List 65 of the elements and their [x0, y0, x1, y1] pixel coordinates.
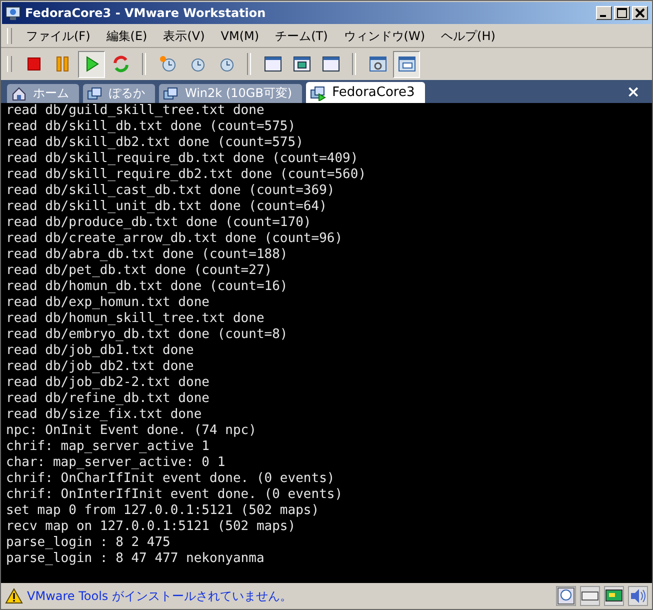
- console-line: read db/skill_unit_db.txt done (count=64): [6, 199, 328, 215]
- menu-item[interactable]: 編集(E): [98, 26, 156, 46]
- monitor-icon: [5, 5, 21, 21]
- console-line: read db/homun_db.txt done (count=16): [6, 279, 289, 295]
- disc-icon[interactable]: [556, 586, 576, 606]
- console-line: read db/refine_db.txt done: [6, 391, 210, 407]
- window-title: FedoraCore3 - VMware Workstation: [25, 6, 266, 20]
- console-line: recv map on 127.0.0.1:5121 (502 maps): [6, 519, 297, 535]
- warning-icon: [5, 588, 23, 604]
- console-line: read db/guild_skill_tree.txt done: [6, 103, 266, 119]
- speaker-icon[interactable]: [628, 586, 648, 606]
- console-line: read db/homun_skill_tree.txt done: [6, 311, 266, 327]
- reset-icon: [110, 54, 130, 74]
- drive-icon[interactable]: [580, 586, 600, 606]
- menu-item[interactable]: VM(M): [212, 27, 268, 45]
- close-tab-button[interactable]: ×: [620, 82, 646, 101]
- network-card-icon[interactable]: [604, 586, 624, 606]
- console-line: read db/create_arrow_db.txt done (count=96): [6, 231, 344, 247]
- virtual-machine-icon: [310, 84, 326, 100]
- console-line: read db/job_db2.txt done: [6, 359, 195, 375]
- console-line: read db/skill_db.txt done (count=575): [6, 119, 297, 135]
- console-line: read db/abra_db.txt done (count=188): [6, 247, 289, 263]
- toolbar-button[interactable]: [393, 50, 420, 78]
- status-message[interactable]: VMware Tools がインストールされていません。: [27, 588, 292, 604]
- menu-item[interactable]: ウィンドウ(W): [336, 26, 434, 46]
- home-icon: [11, 86, 27, 102]
- console-line: read db/job_db1.txt done: [6, 343, 195, 359]
- console-line: chrif: OnCharIfInit event done. (0 events): [6, 471, 336, 487]
- console-line: read db/skill_require_db.txt done (count=409): [6, 151, 360, 167]
- console-line: read db/job_db2-2.txt done: [6, 375, 210, 391]
- close-icon: [635, 8, 645, 18]
- console-line: read db/produce_db.txt done (count=170): [6, 215, 312, 231]
- menu-item[interactable]: ファイル(F): [18, 26, 98, 46]
- console-line: set map 0 from 127.0.0.1:5121 (502 maps): [6, 503, 320, 519]
- close-button[interactable]: [632, 6, 648, 20]
- console-line: read db/skill_db2.txt done (count=575): [6, 135, 304, 151]
- console-line: chrif: map_server_active 1: [6, 439, 210, 455]
- console-line: char: map_server_active: 0 1: [6, 455, 226, 471]
- console-line: read db/pet_db.txt done (count=27): [6, 263, 274, 279]
- console-line: npc: OnInit Event done. (74 npc): [6, 423, 258, 439]
- console-line: parse_login : 8 47 477 nekonyanma: [6, 551, 266, 567]
- maximize-icon: [617, 8, 627, 18]
- menu-item[interactable]: 表示(V): [155, 26, 213, 46]
- virtual-machine-icon: [87, 86, 103, 102]
- window-icon: [292, 54, 312, 74]
- menu-item[interactable]: ヘルプ(H): [433, 26, 504, 46]
- console-line: read db/exp_homun.txt done: [6, 295, 210, 311]
- window-icon: [396, 54, 416, 74]
- window-icon: [368, 54, 388, 74]
- clock-icon: [158, 54, 178, 74]
- maximize-button[interactable]: [614, 6, 630, 20]
- console-line: parse_login : 8 2 475: [6, 535, 172, 551]
- minimize-button[interactable]: [596, 6, 612, 20]
- virtual-machine-icon: [163, 86, 179, 102]
- console-line: read db/embryo_db.txt done (count=8): [6, 327, 289, 343]
- console-line: read db/size_fix.txt done: [6, 407, 203, 423]
- console-line: chrif: OnInterIfInit event done. (0 events): [6, 487, 344, 503]
- minimize-icon: [600, 15, 606, 17]
- window-icon: [320, 54, 340, 74]
- console-line: read db/skill_require_db2.txt done (count=560): [6, 167, 368, 183]
- play-button[interactable]: [78, 50, 105, 78]
- tab[interactable]: FedoraCore3: [306, 82, 425, 103]
- menu-item[interactable]: チーム(T): [267, 26, 336, 46]
- console-line: read db/skill_cast_db.txt done (count=369): [6, 183, 336, 199]
- window-icon: [262, 54, 282, 74]
